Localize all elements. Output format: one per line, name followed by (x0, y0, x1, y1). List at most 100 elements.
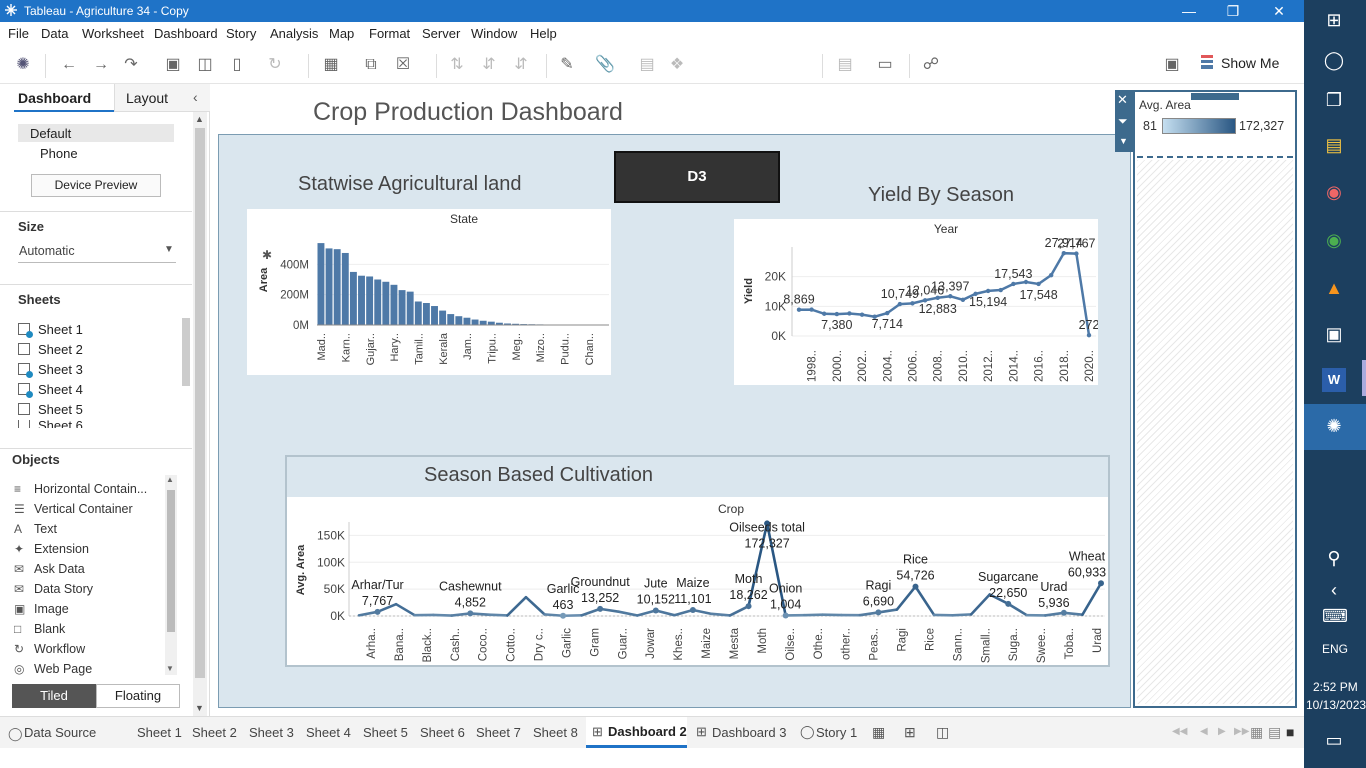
task-view-icon[interactable]: ❐ (1322, 88, 1346, 112)
scroll-down-icon[interactable]: ▼ (166, 664, 174, 673)
clock-time[interactable]: 2:52 PM (1313, 680, 1358, 694)
swap-icon[interactable]: ⇅ (446, 55, 468, 75)
menu-file[interactable]: File (8, 26, 29, 41)
file-explorer-icon[interactable]: ▤ (1322, 133, 1346, 157)
collapse-panel-icon[interactable]: ‹ (193, 89, 198, 105)
menu-format[interactable]: Format (369, 26, 410, 41)
group-icon[interactable]: 📎 (594, 55, 616, 75)
statewise-area-bar-chart[interactable]: State Area ✱ 400M 200M 0M Mad.. Karn.. Gujar.. Ha… (247, 209, 611, 375)
sheet-item[interactable]: Sheet 2 (18, 342, 83, 357)
tab-sheet-1[interactable]: Sheet 1 (137, 725, 182, 740)
show-me-icon[interactable] (1201, 55, 1213, 69)
close-window-button[interactable]: ✕ (1256, 0, 1302, 22)
menu-worksheet[interactable]: Worksheet (82, 26, 144, 41)
scroll-up-icon[interactable]: ▲ (166, 475, 174, 484)
sheet-item[interactable]: Sheet 4 (18, 382, 83, 398)
menu-data[interactable]: Data (41, 26, 68, 41)
menu-window[interactable]: Window (471, 26, 517, 41)
sheets-scrollbar[interactable] (182, 318, 190, 386)
notifications-icon[interactable]: ▭ (1322, 728, 1346, 752)
show-tabs-icon[interactable]: ■ (1286, 724, 1294, 740)
object-item[interactable]: □ Blank (14, 622, 65, 636)
device-preview-button[interactable]: Device Preview (31, 174, 161, 197)
duplicate-icon[interactable]: ⧉ (360, 55, 382, 75)
windows-start-icon[interactable]: ⊞ (1322, 8, 1346, 32)
chevron-down-icon[interactable]: ▼ (164, 244, 174, 255)
tab-dashboard-3[interactable]: Dashboard 3 (712, 725, 786, 740)
restore-button[interactable]: ❐ (1210, 0, 1256, 22)
menu-dashboard[interactable]: Dashboard (154, 26, 218, 41)
vlc-icon[interactable]: ▲ (1322, 276, 1346, 300)
sheet-item[interactable]: Sheet 1 (18, 322, 83, 338)
device-phone[interactable]: Phone (40, 146, 78, 161)
keyboard-icon[interactable]: ⌨ (1322, 604, 1348, 628)
scroll-up-icon[interactable]: ▲ (195, 114, 204, 124)
redo-icon[interactable]: → (90, 55, 112, 75)
clear-sheet-icon[interactable]: ☒ (392, 55, 414, 75)
tiled-button[interactable]: Tiled (12, 684, 96, 708)
labels-icon[interactable]: ▤ (636, 55, 658, 75)
undo-icon[interactable]: ← (58, 55, 80, 75)
pause-updates-icon[interactable]: ▯ (226, 55, 248, 75)
objects-scrollbar-thumb[interactable] (167, 490, 175, 632)
object-item[interactable]: ✉ Data Story (14, 582, 93, 596)
presentation-mode-icon[interactable]: ▭ (874, 55, 896, 75)
object-item[interactable]: ↻ Workflow (14, 642, 85, 656)
pin-icon[interactable]: ⏷ (1118, 114, 1128, 129)
object-item[interactable]: A Text (14, 522, 57, 536)
new-worksheet-icon[interactable]: ▦ (320, 55, 342, 75)
store-icon[interactable]: ▣ (1322, 322, 1346, 346)
drag-handle[interactable] (1190, 92, 1240, 101)
replay-icon[interactable]: ↷ (120, 55, 142, 75)
share-icon[interactable]: ☍ (920, 55, 942, 75)
word-icon[interactable]: W (1322, 368, 1346, 392)
format-workbook-icon[interactable]: ▣ (1161, 55, 1183, 75)
remove-icon[interactable]: ✕ (1117, 92, 1128, 108)
floating-button[interactable]: Floating (96, 684, 180, 708)
tab-sheet-8[interactable]: Sheet 8 (533, 725, 578, 740)
menu-help[interactable]: Help (530, 26, 557, 41)
sort-descending-icon[interactable]: ⇵ (510, 55, 532, 75)
sheet-item[interactable]: Sheet 3 (18, 362, 83, 378)
refresh-icon[interactable]: ↻ (264, 55, 286, 75)
media-player-icon[interactable]: ◉ (1322, 180, 1346, 204)
menu-map[interactable]: Map (329, 26, 354, 41)
sort-ascending-icon[interactable]: ⇵ (478, 55, 500, 75)
tab-dashboard[interactable]: Dashboard (18, 90, 91, 106)
language-indicator[interactable]: ENG (1322, 642, 1348, 656)
tab-data-source[interactable]: Data Source (24, 725, 96, 740)
new-dashboard-icon[interactable]: ⊞ (904, 724, 916, 741)
sheet-item[interactable]: Sheet 5 (18, 402, 83, 417)
search-icon[interactable]: ◯ (1322, 48, 1346, 72)
prev-tab-icon[interactable]: ◀ (1200, 726, 1208, 737)
new-data-source-icon[interactable]: ◫ (194, 55, 216, 75)
tab-sheet-7[interactable]: Sheet 7 (476, 725, 521, 740)
menu-server[interactable]: Server (422, 26, 460, 41)
next-tab-icon[interactable]: ▶ (1218, 726, 1226, 737)
save-icon[interactable]: ▣ (162, 55, 184, 75)
tableau-logo-icon[interactable]: ✺ (12, 55, 34, 75)
tab-sheet-4[interactable]: Sheet 4 (306, 725, 351, 740)
tab-sheet-5[interactable]: Sheet 5 (363, 725, 408, 740)
fix-axes-icon[interactable]: ❖ (666, 55, 688, 75)
highlight-icon[interactable]: ✎ (556, 55, 578, 75)
tab-story-1[interactable]: Story 1 (816, 725, 857, 740)
first-tab-icon[interactable]: ◀◀ (1172, 726, 1187, 737)
chrome-icon[interactable]: ◉ (1322, 228, 1346, 252)
new-worksheet-icon[interactable]: ▦ (872, 724, 885, 741)
clock-date[interactable]: 10/13/2023 (1306, 698, 1366, 712)
more-options-icon[interactable]: ▼ (1119, 136, 1128, 146)
object-item[interactable]: ✉ Ask Data (14, 562, 85, 576)
tab-sheet-2[interactable]: Sheet 2 (192, 725, 237, 740)
object-item[interactable]: ◎ Web Page (14, 662, 92, 676)
season-based-cultivation-line-chart[interactable]: Crop Avg. Area 150K 100K 50K 0K Arhar/Tur 7,767… (287, 498, 1108, 665)
sheet-item-clipped[interactable]: Sheet 6 (18, 420, 178, 428)
show-hidden-icons[interactable]: ‹ (1322, 578, 1346, 602)
tableau-taskbar-icon[interactable]: ✺ (1322, 414, 1346, 438)
minimize-button[interactable]: — (1166, 0, 1212, 22)
left-panel-scrollbar-thumb[interactable] (195, 128, 205, 678)
tab-dashboard-2[interactable]: Dashboard 2 (608, 724, 687, 739)
device-default[interactable]: Default (30, 126, 71, 141)
d3-button[interactable]: D3 (614, 151, 780, 203)
last-tab-icon[interactable]: ▶▶ (1234, 726, 1249, 737)
